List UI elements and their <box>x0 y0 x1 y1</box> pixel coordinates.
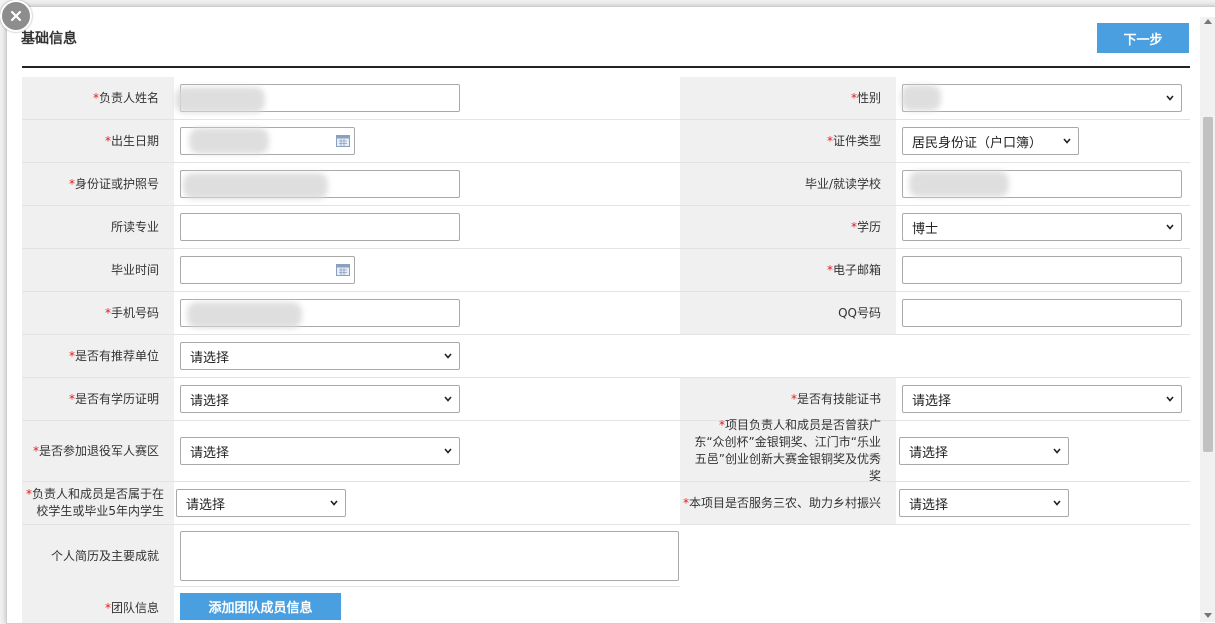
rural-label: * 本项目是否服务三农、助力乡村振兴 <box>680 482 896 524</box>
form-row: * 负责人姓名 * 性别 <box>22 77 1190 120</box>
major-label: 所读专业 <box>22 206 174 248</box>
phone-input[interactable] <box>180 299 460 328</box>
major-input[interactable] <box>180 213 460 241</box>
form-row: * 是否参加退役军人赛区 请选择 *项目负责人和成员是否曾获广东“众创杯”金银铜奖… <box>22 418 1190 483</box>
chevron-down-icon <box>330 500 338 506</box>
leader-name-input[interactable] <box>175 84 460 113</box>
recommend-unit-select[interactable]: 请选择 <box>180 342 460 370</box>
recommend-unit-label: * 是否有推荐单位 <box>22 335 174 377</box>
id-type-label: * 证件类型 <box>680 120 896 162</box>
dialog: 基础信息 下一步 * 负责人姓名 * 性别 * 出生日期 * 证件类型 居民身份… <box>6 6 1215 624</box>
birth-date-input[interactable] <box>180 127 355 155</box>
degree-cert-select[interactable]: 请选择 <box>180 385 460 413</box>
student-label: *负责人和成员是否属于在校学生或毕业5年内学生 <box>22 482 174 524</box>
rural-select[interactable]: 请选择 <box>899 489 1069 517</box>
redacted-blur <box>175 87 265 113</box>
redacted-blur <box>183 173 328 199</box>
skill-cert-select[interactable]: 请选择 <box>902 385 1182 413</box>
calendar-icon[interactable] <box>336 135 350 147</box>
school-input[interactable] <box>902 170 1182 198</box>
form-row: 个人简历及主要成就 <box>22 525 1190 587</box>
id-number-input[interactable] <box>180 170 460 199</box>
resume-label: 个人简历及主要成就 <box>22 525 174 587</box>
form-row: * 是否有推荐单位 请选择 <box>22 335 1190 378</box>
grad-time-label: 毕业时间 <box>22 249 174 291</box>
school-label: 毕业/就读学校 <box>680 163 896 205</box>
form-row: * 手机号码 QQ号码 <box>22 292 1190 335</box>
chevron-down-icon <box>1063 138 1071 144</box>
basic-info-form: * 负责人姓名 * 性别 * 出生日期 * 证件类型 居民身份证（户口簿） * … <box>22 77 1190 623</box>
email-input[interactable] <box>902 256 1182 284</box>
chevron-down-icon <box>1166 95 1174 101</box>
scroll-down-arrow-icon[interactable] <box>1204 613 1212 618</box>
veteran-label: * 是否参加退役军人赛区 <box>22 421 174 481</box>
scroll-thumb[interactable] <box>1203 117 1213 452</box>
form-row: * 团队信息 添加团队成员信息 <box>22 587 1190 623</box>
form-row: 毕业时间 * 电子邮箱 <box>22 249 1190 292</box>
chevron-down-icon <box>1166 224 1174 230</box>
form-row: * 身份证或护照号 毕业/就读学校 <box>22 163 1190 206</box>
form-row: * 是否有学历证明 请选择 * 是否有技能证书 请选择 <box>22 378 1190 421</box>
close-icon <box>10 10 22 22</box>
grad-time-input[interactable] <box>180 256 355 284</box>
redacted-blur <box>189 128 269 154</box>
redacted-blur <box>187 302 302 328</box>
qq-label: QQ号码 <box>680 292 896 334</box>
close-button[interactable] <box>0 0 32 32</box>
chevron-down-icon <box>444 353 452 359</box>
id-number-label: * 身份证或护照号 <box>22 163 174 205</box>
redacted-blur <box>909 171 1009 197</box>
phone-label: * 手机号码 <box>22 292 174 334</box>
chevron-down-icon <box>444 448 452 454</box>
student-select[interactable]: 请选择 <box>176 489 346 517</box>
redacted-blur <box>901 85 941 111</box>
calendar-icon[interactable] <box>336 264 350 276</box>
award-select[interactable]: 请选择 <box>899 437 1069 465</box>
award-label: *项目负责人和成员是否曾获广东“众创杯”金银铜奖、江门市“乐业五邑”创业创新大赛… <box>680 418 896 483</box>
qq-input[interactable] <box>902 299 1182 327</box>
header-divider <box>22 66 1190 68</box>
dialog-header: 基础信息 下一步 <box>7 7 1192 67</box>
gender-label: * 性别 <box>680 77 896 119</box>
team-label: * 团队信息 <box>22 587 174 623</box>
id-type-select[interactable]: 居民身份证（户口簿） <box>902 127 1079 155</box>
leader-name-label: * 负责人姓名 <box>22 77 174 119</box>
form-row: 所读专业 * 学历 博士 <box>22 206 1190 249</box>
add-team-member-button[interactable]: 添加团队成员信息 <box>180 593 341 620</box>
education-select[interactable]: 博士 <box>902 213 1182 241</box>
chevron-down-icon <box>444 396 452 402</box>
skill-cert-label: * 是否有技能证书 <box>680 378 896 420</box>
next-step-button[interactable]: 下一步 <box>1097 23 1189 53</box>
resume-textarea[interactable] <box>180 530 679 581</box>
scroll-up-arrow-icon[interactable] <box>1204 19 1212 24</box>
chevron-down-icon <box>1166 396 1174 402</box>
chevron-down-icon <box>1053 500 1061 506</box>
veteran-select[interactable]: 请选择 <box>180 437 460 465</box>
degree-cert-label: * 是否有学历证明 <box>22 378 174 420</box>
page-title: 基础信息 <box>21 30 77 46</box>
email-label: * 电子邮箱 <box>680 249 896 291</box>
form-row: * 出生日期 * 证件类型 居民身份证（户口簿） <box>22 120 1190 163</box>
education-label: * 学历 <box>680 206 896 248</box>
birth-date-label: * 出生日期 <box>22 120 174 162</box>
form-row: *负责人和成员是否属于在校学生或毕业5年内学生 请选择 * 本项目是否服务三农、助… <box>22 482 1190 525</box>
chevron-down-icon <box>1053 448 1061 454</box>
gender-select[interactable] <box>901 84 1182 112</box>
vertical-scrollbar[interactable] <box>1200 17 1215 622</box>
